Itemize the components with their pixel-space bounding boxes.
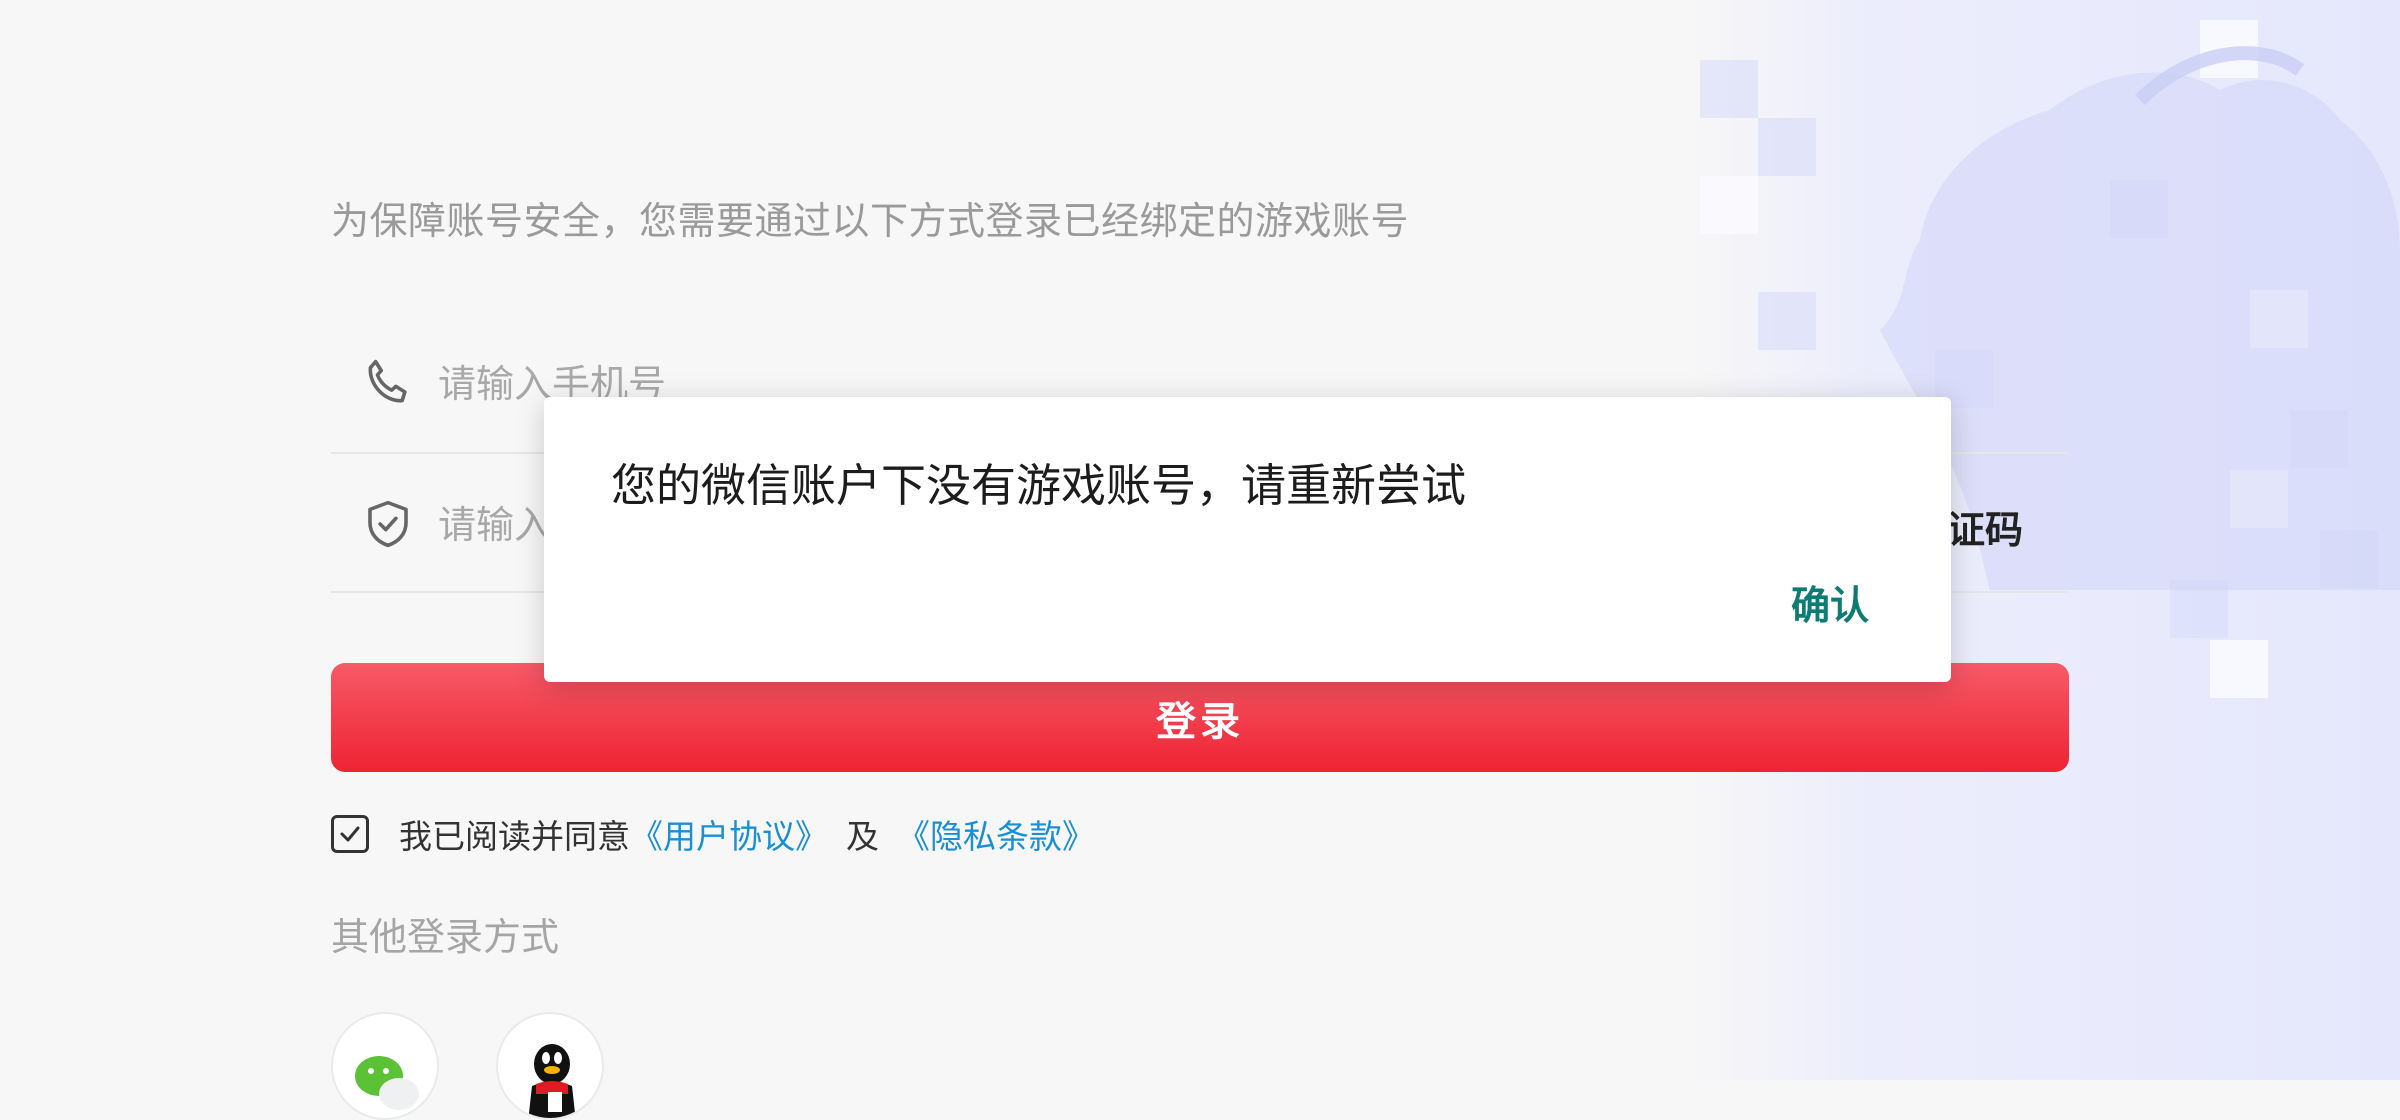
- dialog-message: 您的微信账户下没有游戏账号，请重新尝试: [611, 459, 1467, 512]
- alert-dialog: 您的微信账户下没有游戏账号，请重新尝试 确认: [544, 397, 1951, 682]
- confirm-button[interactable]: 确认: [1791, 575, 1869, 631]
- dialog-overlay: 您的微信账户下没有游戏账号，请重新尝试 确认: [0, 0, 2400, 1080]
